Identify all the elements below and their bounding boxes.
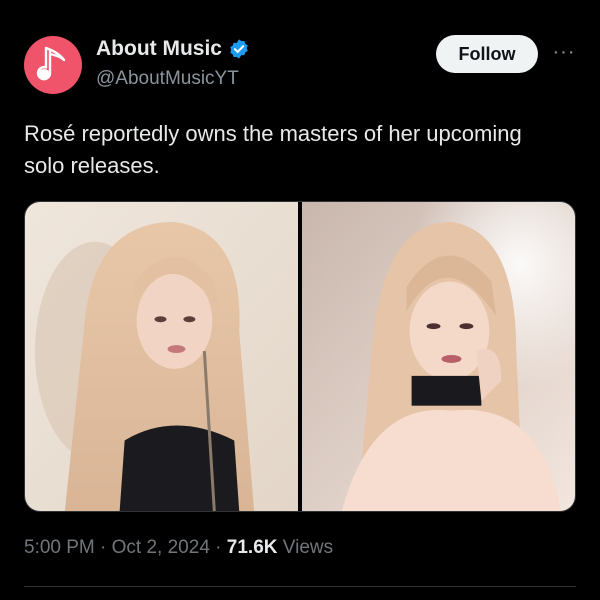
media-photo-2[interactable] (302, 202, 575, 511)
tweet-text: Rosé reportedly owns the masters of her … (24, 121, 522, 178)
author-handle[interactable]: @AboutMusicYT (96, 68, 239, 90)
music-note-icon (36, 46, 66, 81)
more-options-icon[interactable]: ··· (552, 42, 576, 62)
tweet-time[interactable]: 5:00 PM (24, 537, 95, 558)
display-name-text: About Music (96, 37, 222, 60)
meta-separator: · (215, 537, 222, 558)
meta-separator: · (100, 537, 107, 558)
author-display-name[interactable]: About Music (96, 37, 250, 61)
tweet-date[interactable]: Oct 2, 2024 (112, 537, 210, 558)
media-photo-1[interactable] (25, 202, 298, 511)
views-label: Views (282, 537, 334, 558)
tweet-meta: 5:00 PM · Oct 2, 2024 · 71.6K Views (24, 537, 333, 559)
views-count[interactable]: 71.6K (227, 537, 278, 558)
divider (24, 586, 576, 587)
follow-button[interactable]: Follow (436, 35, 538, 73)
media-grid (24, 201, 576, 512)
avatar[interactable] (24, 36, 82, 94)
verified-badge-icon (230, 39, 248, 59)
